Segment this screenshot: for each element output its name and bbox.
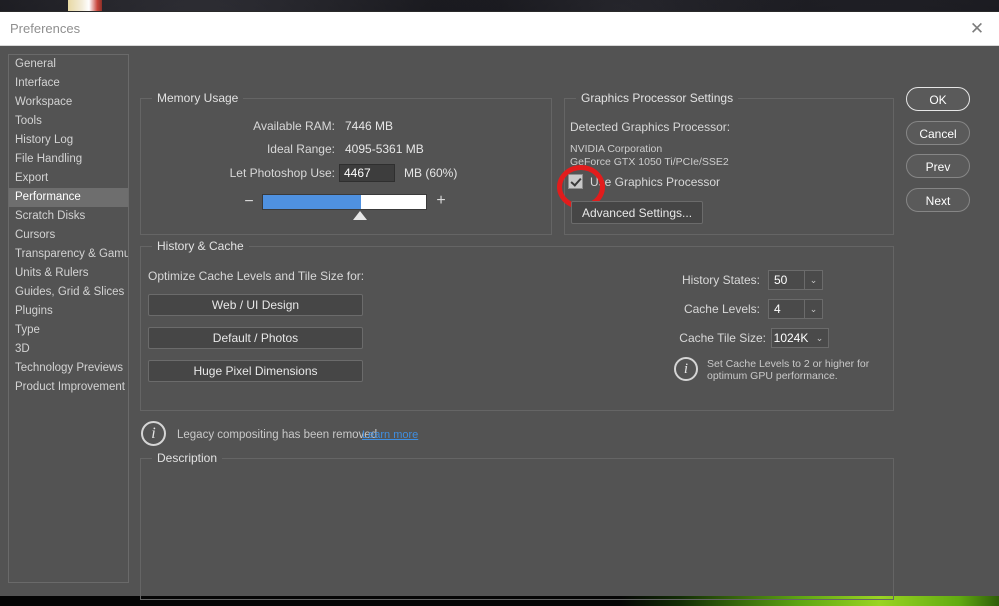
chevron-down-icon: ⌄	[815, 333, 824, 343]
cache-tile-size-label: Cache Tile Size:	[679, 331, 766, 345]
cancel-button[interactable]: Cancel	[906, 121, 970, 145]
preferences-dialog: Preferences ✕ General Interface Workspac…	[0, 12, 999, 600]
cache-levels-value: 4	[774, 302, 781, 316]
sidebar-item-workspace[interactable]: Workspace	[9, 93, 128, 112]
sidebar-item-general[interactable]: General	[9, 55, 128, 74]
memory-slider-increase-icon[interactable]: +	[434, 193, 448, 209]
dialog-title: Preferences	[10, 21, 81, 36]
next-button[interactable]: Next	[906, 188, 970, 212]
sidebar-item-history-log[interactable]: History Log	[9, 131, 128, 150]
dialog-body: General Interface Workspace Tools Histor…	[0, 46, 999, 600]
memory-unit-percent-label: MB (60%)	[404, 166, 458, 180]
advanced-settings-button[interactable]: Advanced Settings...	[571, 201, 703, 224]
chevron-down-icon: ⌄	[804, 271, 822, 289]
history-cache-group-label: History & Cache	[152, 239, 249, 253]
let-photoshop-use-label: Let Photoshop Use:	[229, 166, 335, 180]
sidebar-item-performance[interactable]: Performance	[9, 188, 128, 207]
cache-hint-line1: Set Cache Levels to 2 or higher for	[707, 358, 870, 370]
gpu-vendor: NVIDIA Corporation	[570, 143, 663, 155]
description-group-label: Description	[152, 451, 223, 465]
sidebar-item-scratch-disks[interactable]: Scratch Disks	[9, 207, 128, 226]
prev-button[interactable]: Prev	[906, 154, 970, 178]
memory-slider-handle[interactable]	[353, 211, 367, 220]
history-states-value: 50	[774, 273, 788, 287]
sidebar-item-product-improvement[interactable]: Product Improvement	[9, 378, 128, 397]
history-states-label: History States:	[681, 273, 760, 287]
memory-allocation-input[interactable]	[339, 164, 395, 182]
preset-web-ui-design-button[interactable]: Web / UI Design	[148, 294, 363, 316]
cache-levels-label: Cache Levels:	[683, 302, 760, 316]
preset-default-photos-button[interactable]: Default / Photos	[148, 327, 363, 349]
memory-slider-fill	[263, 195, 361, 209]
legacy-info-icon: i	[141, 421, 166, 446]
optimize-cache-label: Optimize Cache Levels and Tile Size for:	[148, 269, 365, 283]
cache-tile-size-value: 1024K	[773, 331, 809, 345]
sidebar-item-export[interactable]: Export	[9, 169, 128, 188]
sidebar-item-transparency-gamut[interactable]: Transparency & Gamut	[9, 245, 128, 264]
preferences-category-list[interactable]: General Interface Workspace Tools Histor…	[8, 54, 129, 583]
sidebar-item-3d[interactable]: 3D	[9, 340, 128, 359]
use-graphics-processor-checkbox[interactable]	[568, 174, 583, 189]
ideal-range-label: Ideal Range:	[266, 142, 335, 156]
detected-gpu-label: Detected Graphics Processor:	[570, 120, 731, 134]
memory-slider-decrease-icon[interactable]: −	[242, 194, 256, 210]
close-icon[interactable]: ✕	[967, 19, 987, 39]
sidebar-item-guides-grid-slices[interactable]: Guides, Grid & Slices	[9, 283, 128, 302]
use-graphics-processor-label: Use Graphics Processor	[590, 175, 721, 189]
dialog-titlebar: Preferences ✕	[0, 12, 999, 46]
gpu-model: GeForce GTX 1050 Ti/PCIe/SSE2	[570, 156, 729, 168]
cache-tile-size-dropdown[interactable]: 1024K ⌄	[771, 328, 829, 348]
available-ram-value: 7446 MB	[345, 119, 394, 133]
ideal-range-value: 4095-5361 MB	[345, 142, 424, 156]
available-ram-label: Available RAM:	[253, 119, 335, 133]
info-icon: i	[674, 357, 698, 381]
legacy-compositing-notice: Legacy compositing has been removed	[177, 429, 378, 441]
memory-slider-track[interactable]	[262, 194, 427, 210]
memory-usage-group-label: Memory Usage	[152, 91, 244, 105]
history-states-dropdown[interactable]: 50 ⌄	[768, 270, 823, 290]
cache-levels-dropdown[interactable]: 4 ⌄	[768, 299, 823, 319]
sidebar-item-cursors[interactable]: Cursors	[9, 226, 128, 245]
graphics-processor-group-label: Graphics Processor Settings	[576, 91, 739, 105]
sidebar-item-type[interactable]: Type	[9, 321, 128, 340]
sidebar-item-technology-previews[interactable]: Technology Previews	[9, 359, 128, 378]
ok-button[interactable]: OK	[906, 87, 970, 111]
sidebar-item-plugins[interactable]: Plugins	[9, 302, 128, 321]
sidebar-item-units-rulers[interactable]: Units & Rulers	[9, 264, 128, 283]
sidebar-item-file-handling[interactable]: File Handling	[9, 150, 128, 169]
description-group: Description	[140, 451, 894, 600]
sidebar-item-interface[interactable]: Interface	[9, 74, 128, 93]
preset-huge-pixel-dimensions-button[interactable]: Huge Pixel Dimensions	[148, 360, 363, 382]
chevron-down-icon: ⌄	[804, 300, 822, 318]
learn-more-link[interactable]: Learn more	[362, 429, 418, 441]
cache-hint-line2: optimum GPU performance.	[707, 370, 838, 382]
sidebar-item-tools[interactable]: Tools	[9, 112, 128, 131]
